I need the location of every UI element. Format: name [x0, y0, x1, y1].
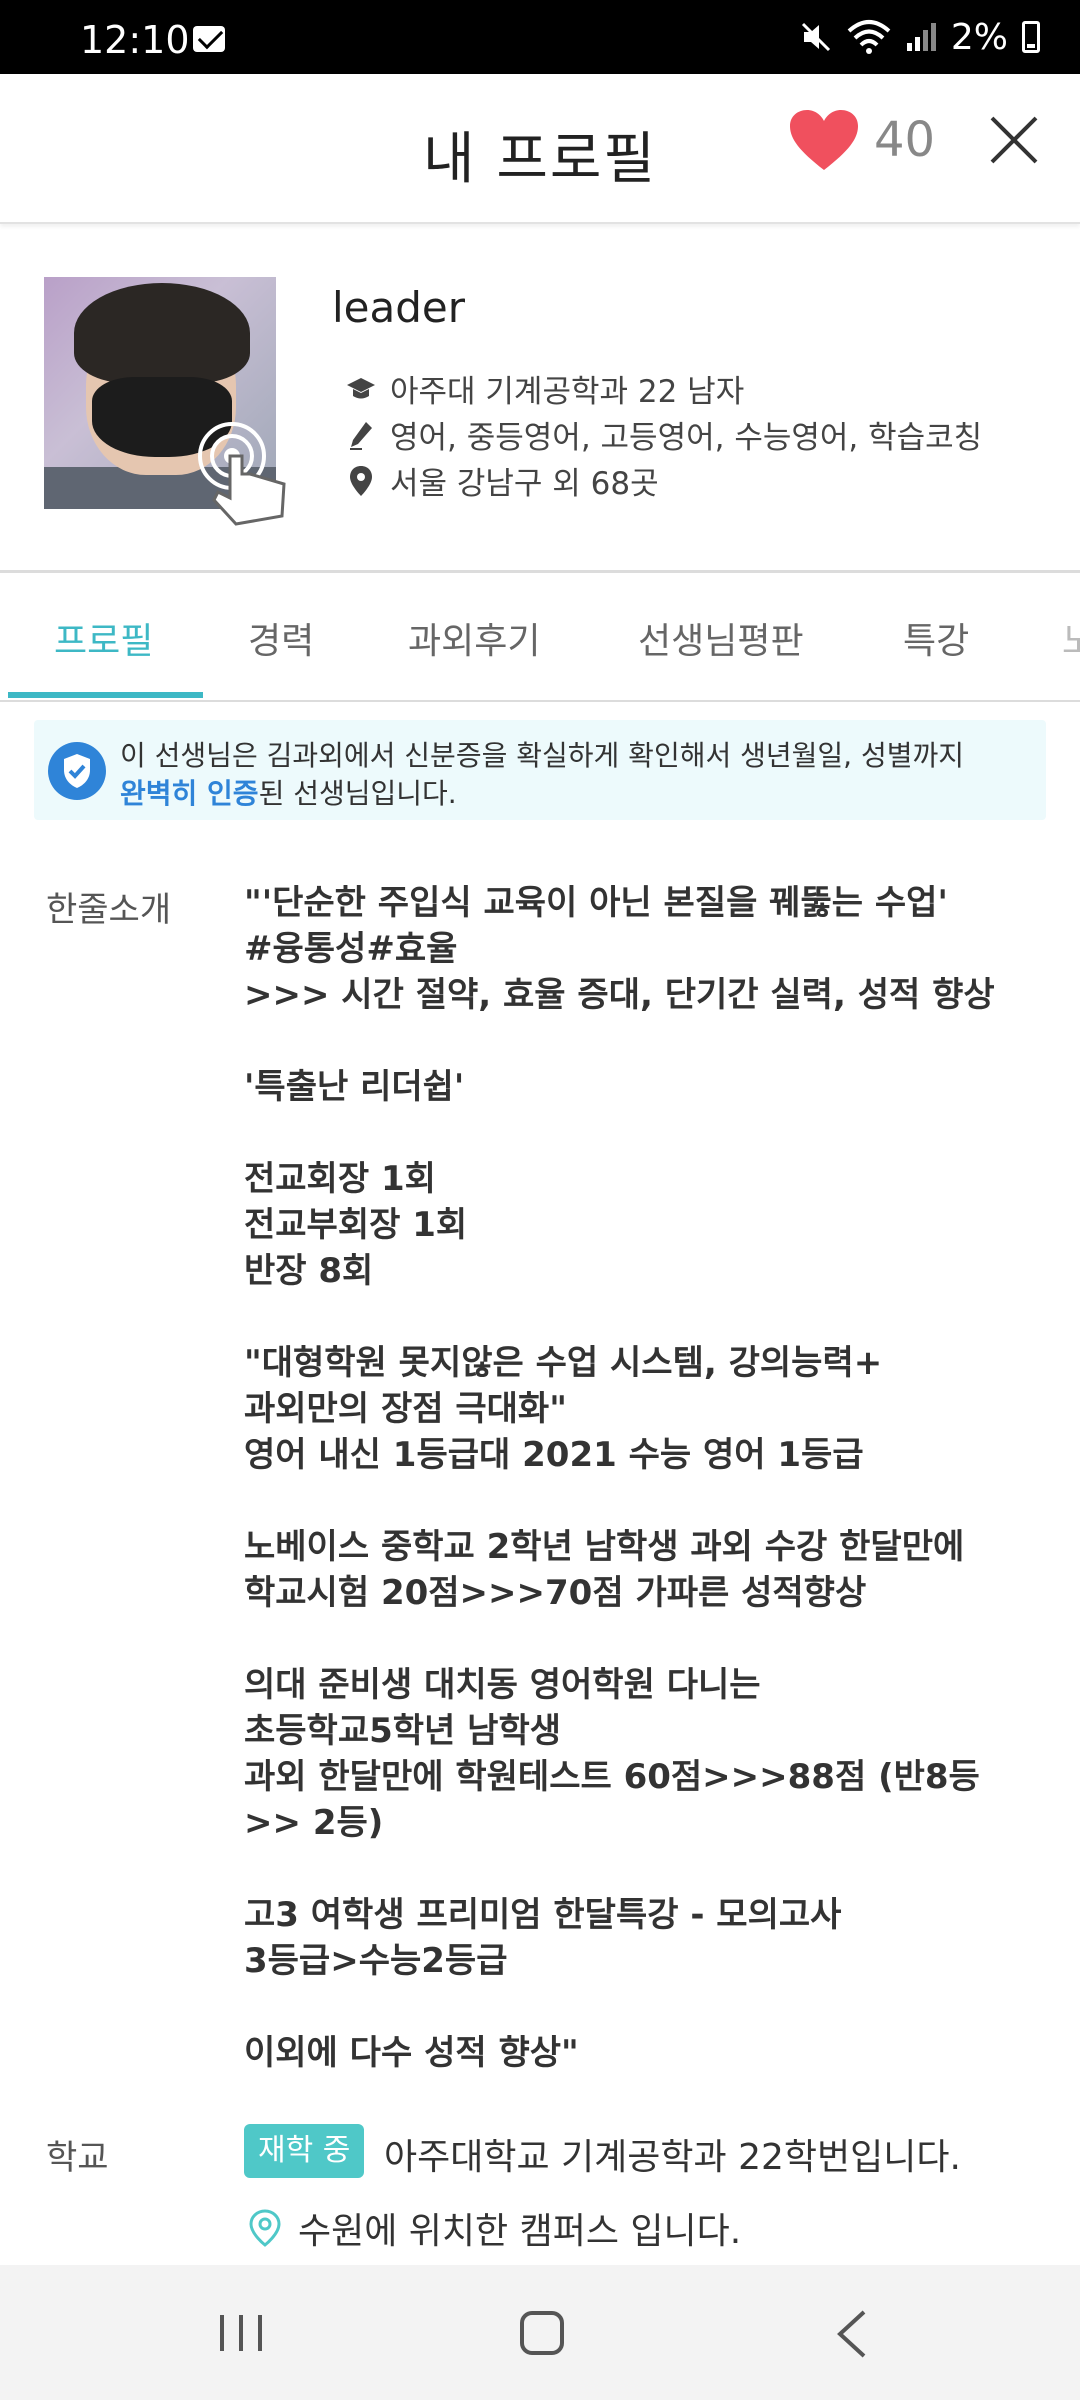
campus-pin-icon: [249, 2209, 281, 2247]
tab-indicator: [8, 692, 203, 698]
tab-profile[interactable]: 프로필: [54, 612, 153, 664]
recent-apps-icon[interactable]: [218, 2313, 264, 2353]
mute-icon: [801, 22, 830, 52]
close-icon[interactable]: [988, 114, 1040, 166]
intro-paragraph: 고3 여학생 프리미엄 한달특강 - 모의고사 3등급>수능2등급: [244, 1895, 842, 1981]
enrollment-badge: 재학 중: [244, 2124, 365, 2178]
profile-education: 아주대 기계공학과 22 남자: [390, 374, 745, 410]
status-time: 12:10: [80, 18, 190, 62]
home-icon[interactable]: [520, 2311, 564, 2355]
profile-name: leader: [332, 283, 466, 332]
school-label: 학교: [46, 2138, 109, 2178]
verification-highlight: 완벽히 인증: [120, 777, 259, 810]
profile-subjects-row: 영어, 중등영어, 고등영어, 수능영어, 학습코칭: [346, 412, 982, 457]
mail-icon: [193, 26, 225, 52]
shield-check-icon: [48, 742, 106, 800]
verification-text-line2: 완벽히 인증된 선생님입니다.: [120, 772, 457, 812]
battery-percent: 2%: [950, 16, 1008, 58]
profile-location: 서울 강남구 외 68곳: [390, 466, 659, 502]
tab-career[interactable]: 경력: [248, 612, 314, 664]
intro-paragraph: 노베이스 중학교 2학년 남학생 과외 수강 한달만에 학교시험 20점>>>7…: [244, 1527, 965, 1613]
back-icon[interactable]: [832, 2309, 872, 2359]
verification-text: 이 선생님은 김과외에서 신분증을 확실하게 확인해서 생년월일, 성별까지: [120, 739, 965, 772]
profile-tabs: 프로필 경력 과외후기 선생님평판 특강 노: [0, 574, 1080, 702]
tabs-divider: [0, 700, 1080, 702]
tab-reputation[interactable]: 선생님평판: [638, 612, 804, 664]
campus-text: 수원에 위치한 캠퍼스 입니다.: [298, 2211, 742, 2252]
verification-text-rest: 된 선생님입니다.: [258, 777, 457, 810]
profile-subjects: 영어, 중등영어, 고등영어, 수능영어, 학습코칭: [390, 420, 983, 456]
like-button[interactable]: 40: [788, 108, 935, 172]
tab-more[interactable]: 노: [1062, 612, 1080, 664]
status-indicators: 2%: [799, 14, 1040, 60]
intro-label: 한줄소개: [46, 890, 172, 930]
intro-paragraph: 전교회장 1회 전교부회장 1회 반장 8회: [244, 1159, 468, 1291]
intro-paragraph: "'단순한 주입식 교육이 아닌 본질을 꿰뚫는 수업' #융통성#효율 >>>…: [244, 883, 995, 1015]
intro-paragraph: 이외에 다수 성적 향상": [244, 2033, 579, 2073]
touch-icon: [198, 422, 286, 526]
profile-education-row: 아주대 기계공학과 22 남자: [346, 366, 744, 411]
app-header: 내 프로필 40: [0, 74, 1080, 224]
status-bar: 12:10 2%: [0, 0, 1080, 74]
battery-icon: [1022, 21, 1040, 53]
heart-icon: [790, 110, 858, 170]
section-divider: [0, 570, 1080, 573]
tab-reviews[interactable]: 과외후기: [408, 612, 540, 664]
intro-paragraph: "대형학원 못지않은 수업 시스템, 강의능력+ 과외만의 장점 극대화" 영어…: [244, 1343, 883, 1475]
school-text: 아주대학교 기계공학과 22학번입니다.: [384, 2137, 961, 2178]
campus-row: 수원에 위치한 캠퍼스 입니다.: [248, 2202, 741, 2254]
pen-icon: [346, 420, 376, 450]
location-pin-icon: [346, 465, 376, 496]
wifi-icon: [847, 20, 891, 54]
avatar-hair: [74, 283, 250, 383]
profile-location-row: 서울 강남구 외 68곳: [346, 458, 659, 503]
verification-banner: 이 선생님은 김과외에서 신분증을 확실하게 확인해서 생년월일, 성별까지 완…: [34, 720, 1046, 820]
graduation-cap-icon: [346, 374, 376, 404]
intro-text: "'단순한 주입식 교육이 아닌 본질을 꿰뚫는 수업' #융통성#효율 >>>…: [244, 880, 1044, 2076]
intro-paragraph: 의대 준비생 대치동 영어학원 다니는 초등학교5학년 남학생 과외 한달만에 …: [244, 1665, 980, 1843]
tab-special-lecture[interactable]: 특강: [903, 612, 969, 664]
signal-icon: [906, 23, 936, 51]
system-nav-bar: [0, 2265, 1080, 2400]
intro-paragraph: '특출난 리더쉽': [244, 1067, 465, 1107]
like-count: 40: [874, 112, 936, 168]
